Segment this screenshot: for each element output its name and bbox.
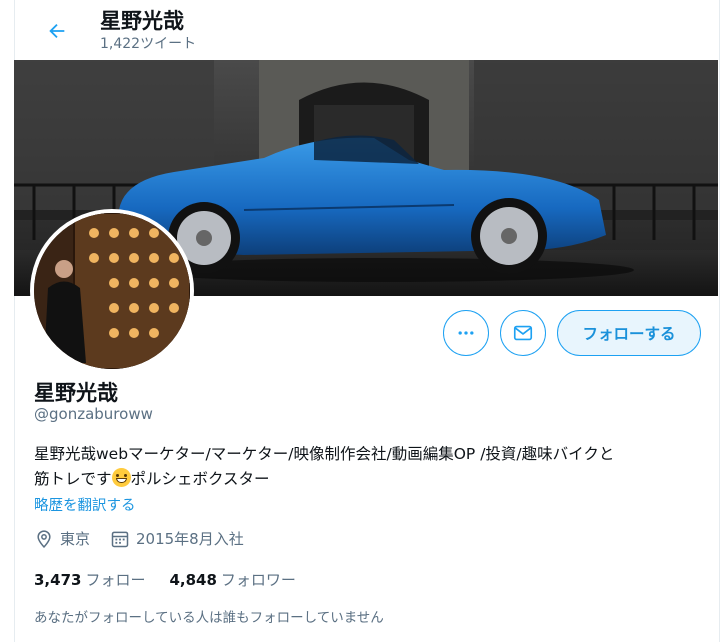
grinning-face-icon (111, 468, 131, 487)
follow-button[interactable]: フォローする (557, 310, 701, 356)
tweet-count: 1,422ツイート (100, 36, 197, 52)
message-button[interactable] (500, 310, 546, 356)
profile-joined: 2015年8月入社 (110, 528, 244, 549)
profile-avatar[interactable] (30, 209, 194, 373)
follow-stats: 3,473 フォロー 4,848 フォロワー (34, 569, 320, 590)
back-arrow-icon (49, 23, 65, 39)
back-button[interactable] (40, 14, 74, 48)
header-title: 星野光哉 (100, 9, 184, 33)
following-count: 3,473 (34, 571, 82, 589)
followers-count: 4,848 (169, 571, 217, 589)
bio-line-2: 筋トレです ポルシェボクスター (34, 467, 704, 492)
following-link[interactable]: 3,473 フォロー (34, 569, 145, 590)
location-pin-icon (37, 529, 51, 548)
top-bar: 星野光哉 1,422ツイート (14, 0, 718, 60)
mutual-followers-note: あなたがフォローしている人は誰もフォローしていません (34, 610, 384, 626)
joined-text: 2015年8月入社 (136, 530, 244, 548)
avatar-photo (34, 213, 190, 369)
location-text: 東京 (60, 530, 91, 548)
more-button[interactable] (443, 310, 489, 356)
translate-bio-link[interactable]: 略歴を翻訳する (34, 494, 136, 515)
profile-location: 東京 (34, 528, 90, 549)
more-icon (458, 331, 474, 335)
bio-text-b: ポルシェボクスター (130, 470, 270, 488)
followers-label: フォロワー (220, 571, 296, 589)
following-label: フォロー (85, 571, 146, 589)
bio-line-1: 星野光哉webマーケター/マーケター/映像制作会社/動画編集OP /投資/趣味バ… (34, 445, 615, 463)
profile-handle: @gonzaburoww (34, 405, 153, 423)
calendar-icon (111, 531, 129, 547)
followers-link[interactable]: 4,848 フォロワー (169, 569, 295, 590)
profile-name: 星野光哉 (34, 381, 118, 405)
bio-text-a: 筋トレです (34, 470, 112, 488)
message-icon (513, 325, 533, 341)
profile-bio: 星野光哉webマーケター/マーケター/映像制作会社/動画編集OP /投資/趣味バ… (34, 442, 704, 492)
